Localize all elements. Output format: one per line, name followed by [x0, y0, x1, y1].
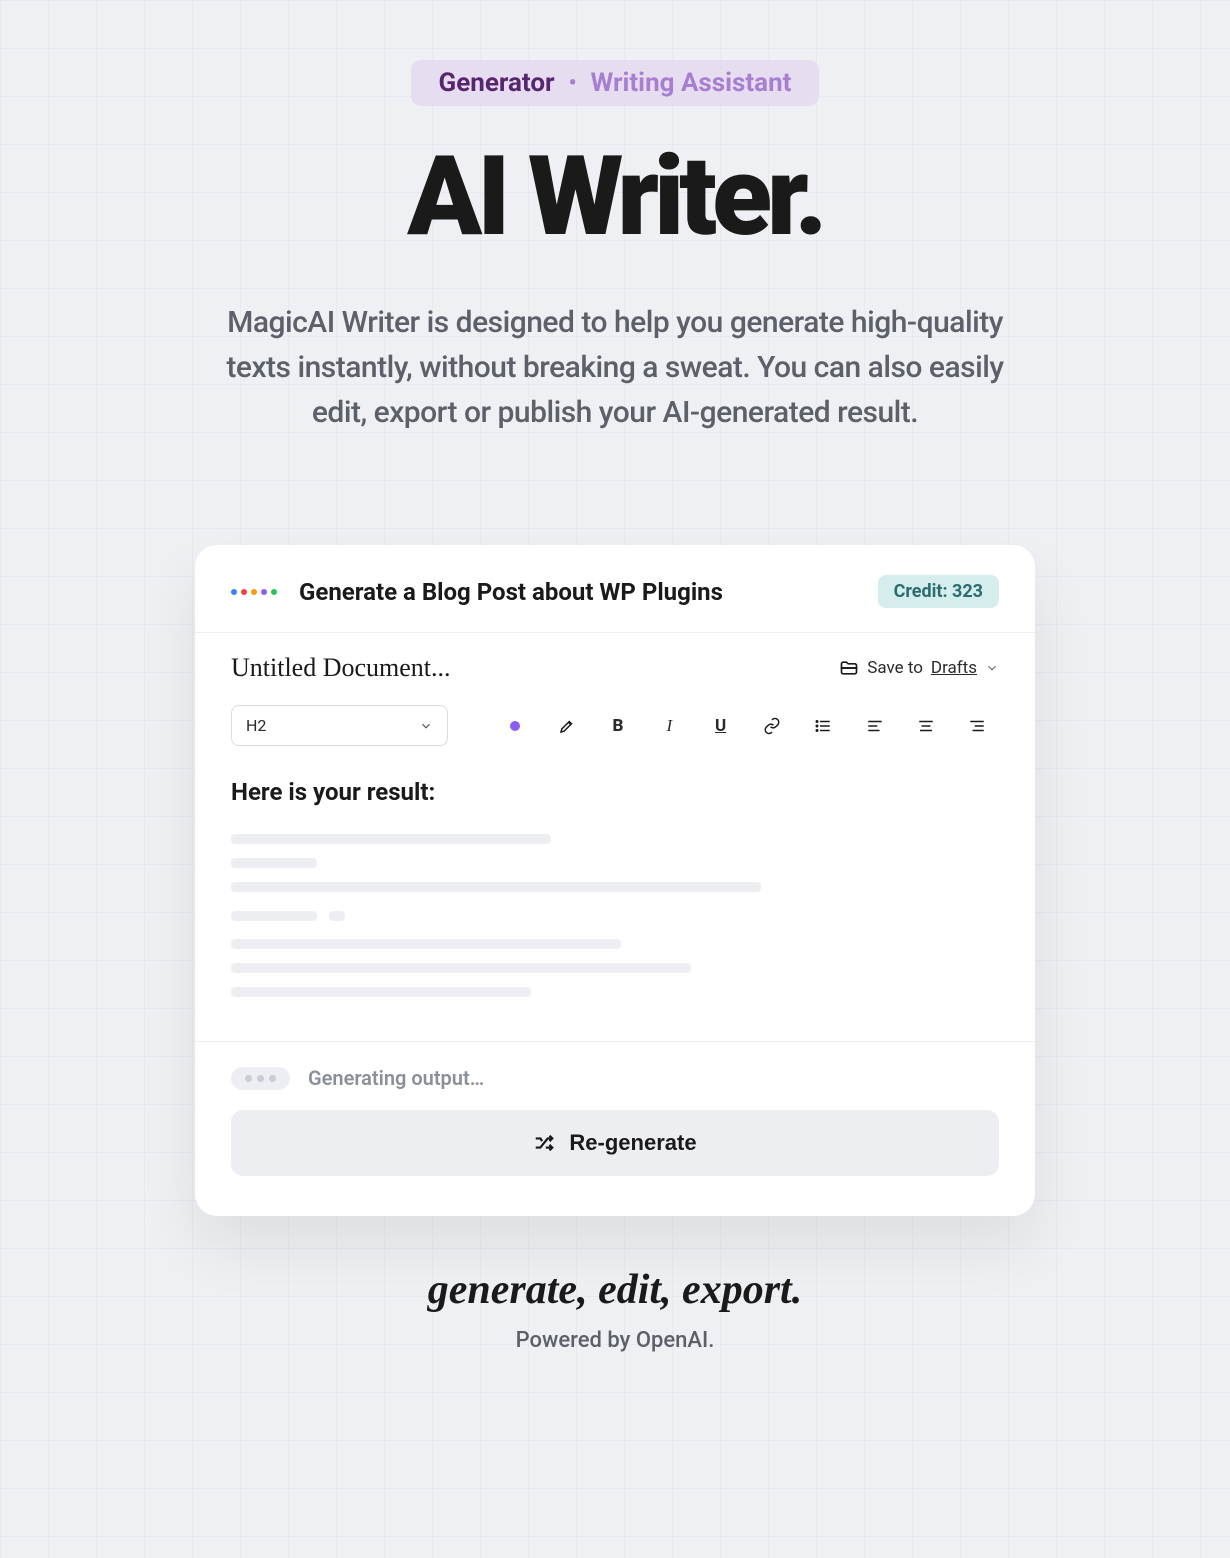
- save-to-drafts-button[interactable]: Save to Drafts: [839, 658, 999, 678]
- folder-icon: [839, 658, 859, 678]
- align-right-icon: [968, 717, 986, 735]
- heading-select[interactable]: H2: [231, 705, 448, 746]
- underline-button[interactable]: U: [699, 706, 742, 746]
- italic-button[interactable]: I: [648, 706, 691, 746]
- skeleton-line: [231, 963, 691, 973]
- highlighter-icon: [558, 717, 576, 735]
- editor-toolbar: H2 B I U: [195, 693, 1035, 764]
- align-left-icon: [866, 717, 884, 735]
- link-button[interactable]: [750, 706, 793, 746]
- align-center-icon: [917, 717, 935, 735]
- shuffle-icon: [533, 1132, 555, 1154]
- chevron-down-icon: [985, 661, 999, 675]
- list-button[interactable]: [802, 706, 845, 746]
- text-color-button[interactable]: [494, 706, 537, 746]
- skeleton-line: [231, 882, 761, 892]
- credit-badge: Credit: 323: [878, 575, 999, 608]
- pill-generator[interactable]: Generator: [439, 68, 555, 98]
- editor-card: Generate a Blog Post about WP Plugins Cr…: [195, 545, 1035, 1216]
- regenerate-button[interactable]: Re-generate: [231, 1110, 999, 1176]
- align-right-button[interactable]: [956, 706, 999, 746]
- link-icon: [763, 717, 781, 735]
- tagline-text: generate, edit, export.: [0, 1266, 1230, 1314]
- skeleton-line: [231, 834, 551, 844]
- powered-by-text: Powered by OpenAI.: [0, 1328, 1230, 1353]
- loading-dots-icon: [231, 1067, 290, 1090]
- prompt-text: Generate a Blog Post about WP Plugins: [299, 578, 878, 606]
- page-title: AI Writer.: [0, 142, 1230, 252]
- color-swatch-icon: [510, 721, 520, 731]
- card-footer: Generating output… Re-generate: [195, 1041, 1035, 1216]
- skeleton-line: [329, 911, 345, 921]
- skeleton-line: [231, 858, 317, 868]
- page-subtitle: MagicAI Writer is designed to help you g…: [225, 300, 1005, 435]
- generating-status: Generating output…: [308, 1066, 484, 1090]
- regenerate-label: Re-generate: [569, 1130, 696, 1156]
- highlight-button[interactable]: [545, 706, 588, 746]
- mode-pill[interactable]: Generator • Writing Assistant: [411, 60, 820, 106]
- bold-button[interactable]: B: [596, 706, 639, 746]
- align-left-button[interactable]: [853, 706, 896, 746]
- result-heading: Here is your result:: [231, 778, 999, 806]
- list-icon: [814, 717, 832, 735]
- document-title-input[interactable]: Untitled Document...: [231, 653, 839, 683]
- skeleton-line: [231, 911, 317, 921]
- rainbow-dots-icon: [231, 589, 277, 595]
- skeleton-line: [231, 987, 531, 997]
- save-to-label: Save to: [867, 658, 923, 678]
- heading-select-value: H2: [246, 716, 266, 735]
- save-target: Drafts: [931, 658, 977, 678]
- chevron-down-icon: [419, 719, 433, 733]
- align-center-button[interactable]: [904, 706, 947, 746]
- skeleton-line: [231, 939, 621, 949]
- card-header: Generate a Blog Post about WP Plugins Cr…: [195, 545, 1035, 633]
- pill-separator: •: [569, 71, 577, 96]
- pill-writing-assistant[interactable]: Writing Assistant: [591, 68, 792, 98]
- result-area: Here is your result:: [195, 764, 1035, 1041]
